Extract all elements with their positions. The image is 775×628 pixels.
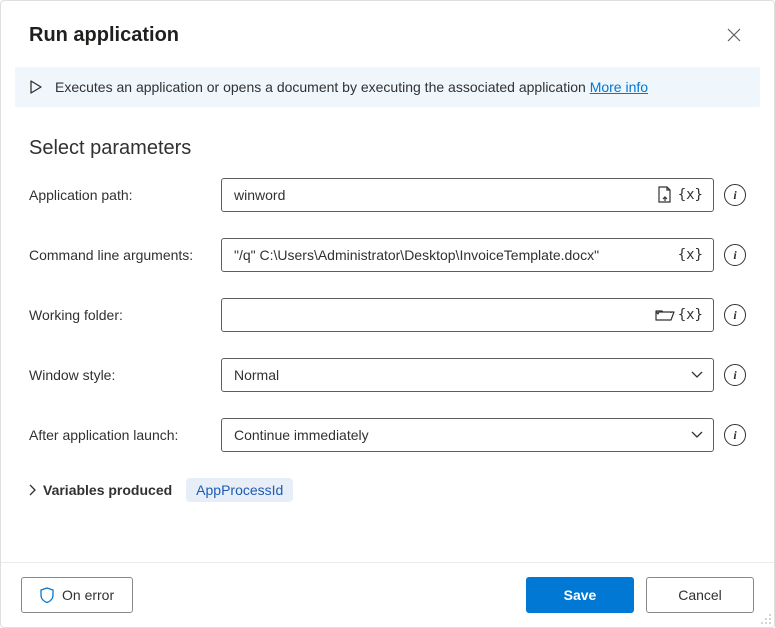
dialog-title: Run application <box>29 24 179 47</box>
label-cli-arguments: Command line arguments: <box>29 247 221 263</box>
input-group-working-folder: {x} <box>221 298 714 332</box>
variable-picker-icon[interactable]: {x} <box>676 307 705 323</box>
window-style-value: Normal <box>234 367 279 383</box>
info-icon[interactable]: i <box>724 244 746 266</box>
cancel-button[interactable]: Cancel <box>646 577 754 613</box>
save-button[interactable]: Save <box>526 577 634 613</box>
row-working-folder: Working folder: {x} i <box>29 298 746 332</box>
input-group-application-path: {x} <box>221 178 714 212</box>
row-window-style: Window style: Normal i <box>29 358 746 392</box>
cli-arguments-input[interactable] <box>232 246 676 264</box>
variables-produced-expander[interactable]: Variables produced <box>29 482 172 498</box>
resize-grip-icon[interactable] <box>760 613 772 625</box>
close-button[interactable] <box>718 19 750 51</box>
info-banner: Executes an application or opens a docum… <box>15 67 760 107</box>
label-application-path: Application path: <box>29 187 221 203</box>
working-folder-input[interactable] <box>232 306 654 324</box>
file-picker-icon[interactable] <box>654 184 676 206</box>
run-icon <box>29 80 43 94</box>
application-path-input[interactable] <box>232 186 654 204</box>
input-group-cli-arguments: {x} <box>221 238 714 272</box>
label-window-style: Window style: <box>29 367 221 383</box>
shield-icon <box>40 587 54 603</box>
section-heading: Select parameters <box>29 137 746 160</box>
info-icon[interactable]: i <box>724 364 746 386</box>
after-launch-select[interactable]: Continue immediately <box>221 418 714 452</box>
more-info-link[interactable]: More info <box>590 79 648 95</box>
close-icon <box>727 28 741 42</box>
chevron-right-icon <box>29 484 37 496</box>
after-launch-value: Continue immediately <box>234 427 369 443</box>
dialog-header: Run application <box>1 1 774 61</box>
row-after-launch: After application launch: Continue immed… <box>29 418 746 452</box>
label-working-folder: Working folder: <box>29 307 221 323</box>
on-error-button[interactable]: On error <box>21 577 133 613</box>
dialog-footer: On error Save Cancel <box>1 562 774 627</box>
folder-picker-icon[interactable] <box>654 304 676 326</box>
banner-text: Executes an application or opens a docum… <box>55 79 648 95</box>
info-icon[interactable]: i <box>724 304 746 326</box>
info-icon[interactable]: i <box>724 424 746 446</box>
chevron-down-icon <box>691 371 703 379</box>
row-application-path: Application path: {x} i <box>29 178 746 212</box>
variable-picker-icon[interactable]: {x} <box>676 247 705 263</box>
variables-produced-label: Variables produced <box>43 482 172 498</box>
info-icon[interactable]: i <box>724 184 746 206</box>
on-error-label: On error <box>62 587 114 603</box>
row-cli-arguments: Command line arguments: {x} i <box>29 238 746 272</box>
dialog-content: Select parameters Application path: {x} … <box>1 107 774 562</box>
run-application-dialog: Run application Executes an application … <box>0 0 775 628</box>
variables-produced-row: Variables produced AppProcessId <box>29 478 746 502</box>
chevron-down-icon <box>691 431 703 439</box>
variable-picker-icon[interactable]: {x} <box>676 187 705 203</box>
window-style-select[interactable]: Normal <box>221 358 714 392</box>
label-after-launch: After application launch: <box>29 427 221 443</box>
variable-chip-appprocessid[interactable]: AppProcessId <box>186 478 293 502</box>
